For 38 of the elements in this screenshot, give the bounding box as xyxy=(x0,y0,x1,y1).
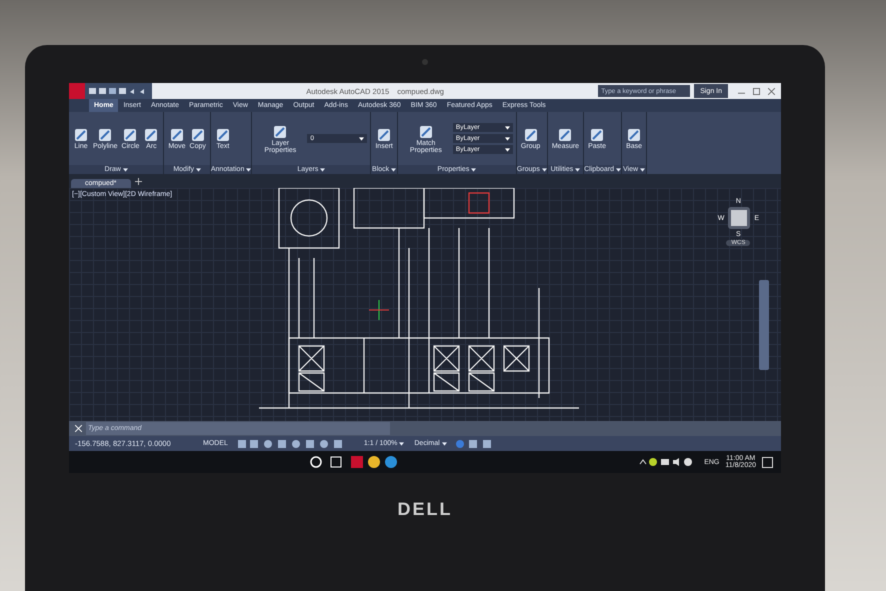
caret-icon xyxy=(504,126,510,130)
tool-icon xyxy=(376,127,392,143)
caret-icon xyxy=(359,136,364,140)
caret-icon xyxy=(196,168,201,172)
tool-icon xyxy=(73,127,89,143)
close-icon[interactable] xyxy=(768,88,775,94)
caret-icon xyxy=(246,168,252,172)
tool-icon xyxy=(557,127,574,143)
tool-icon xyxy=(272,124,288,140)
caret-icon xyxy=(122,168,128,172)
tool-icon xyxy=(143,127,160,143)
caret-icon xyxy=(616,168,622,172)
tool-icon xyxy=(122,127,138,143)
caret-icon xyxy=(471,168,476,172)
tool-icon xyxy=(190,127,206,143)
caret-icon xyxy=(504,136,510,140)
caret-icon xyxy=(442,442,447,446)
new-tab-icon[interactable] xyxy=(134,178,142,185)
tool-icon xyxy=(214,127,231,143)
caret-icon xyxy=(320,168,326,172)
caret-icon xyxy=(542,168,547,172)
caret-icon xyxy=(575,168,580,172)
tool-icon xyxy=(97,127,114,143)
caret-icon xyxy=(504,148,510,152)
tool-icon xyxy=(626,127,642,143)
caret-icon xyxy=(640,168,646,172)
view-cube-icon[interactable] xyxy=(728,207,750,229)
tool-icon xyxy=(418,124,434,140)
laptop-logo: DELL xyxy=(398,499,452,520)
tool-icon xyxy=(589,127,606,143)
crosshair-icon xyxy=(369,300,389,320)
caret-icon xyxy=(399,442,404,446)
notification-icon[interactable] xyxy=(762,456,773,468)
maximize-icon[interactable] xyxy=(753,88,760,94)
caret-icon xyxy=(391,168,396,172)
taskbar-app-icons[interactable] xyxy=(309,455,399,469)
tool-icon xyxy=(168,127,185,143)
tool-icon xyxy=(522,127,539,143)
